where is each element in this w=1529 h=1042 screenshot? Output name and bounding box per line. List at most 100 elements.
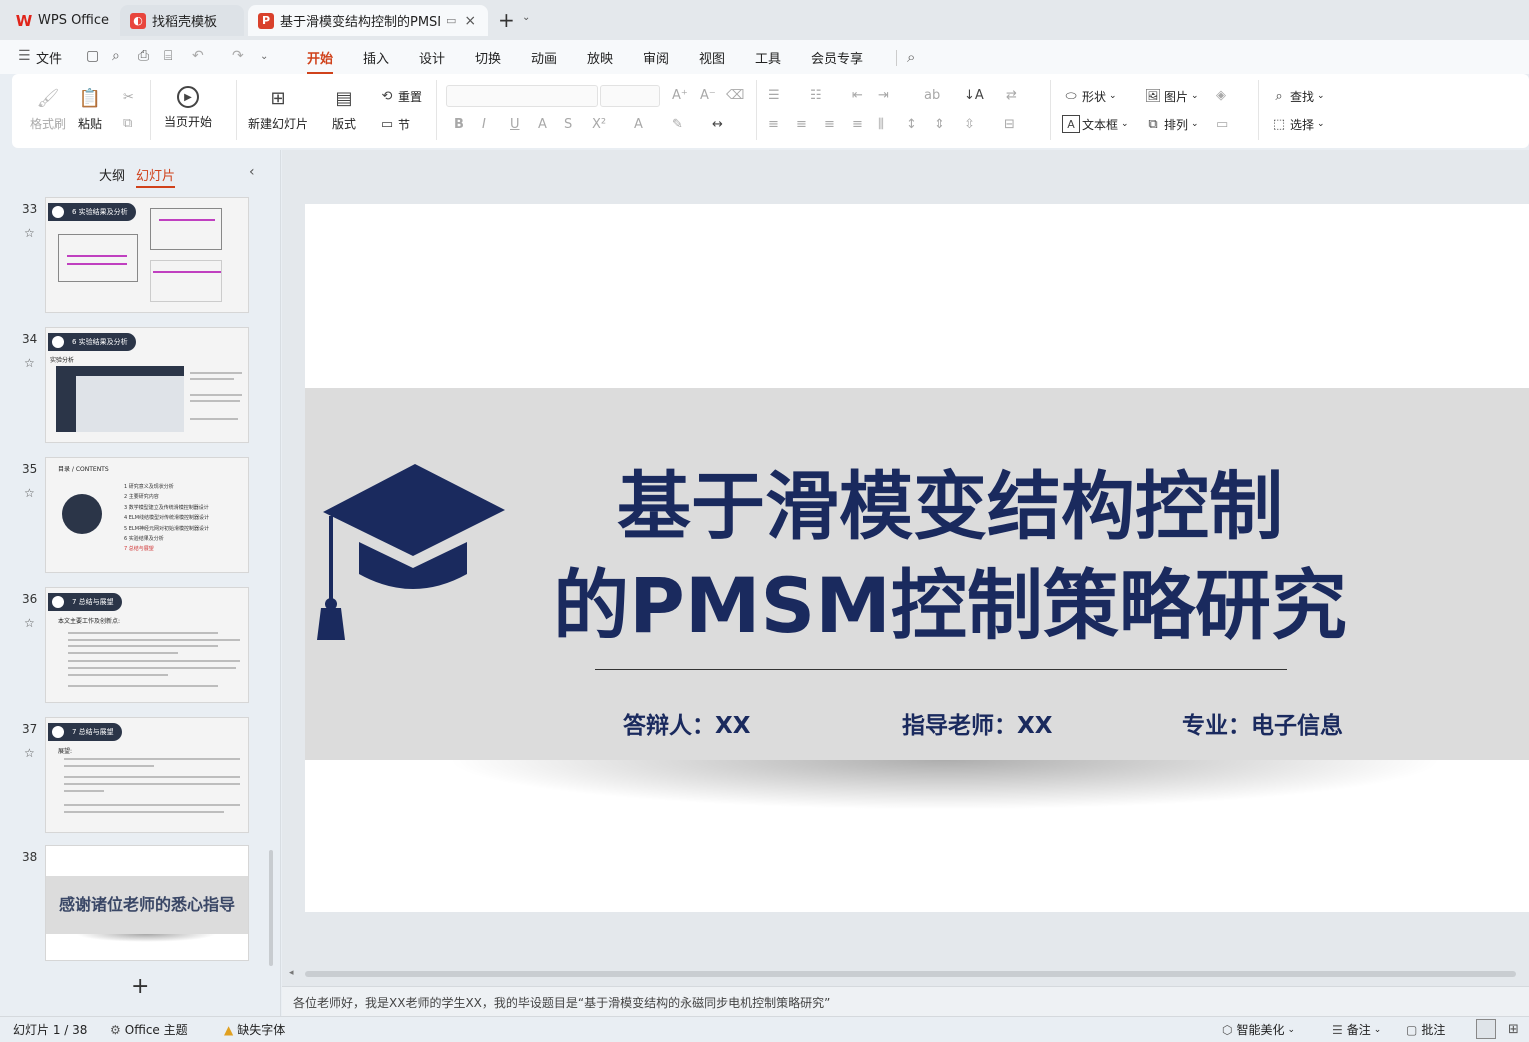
select-button[interactable]: ⬚ 选择 ⌄ <box>1270 115 1325 133</box>
slide-thumbnail-36[interactable]: 7 总结与展望 本文主要工作及创新点: <box>46 588 248 702</box>
smart-beautify-button[interactable]: ⬡ 智能美化 ⌄ <box>1222 1021 1295 1038</box>
textbox-button[interactable]: A 文本框 ⌄ <box>1062 115 1129 133</box>
picture-button[interactable]: 🖼 图片 ⌄ <box>1144 87 1199 105</box>
italic-icon[interactable]: I <box>482 117 486 132</box>
char-spacing-icon[interactable]: ↔ <box>712 117 723 132</box>
clear-format-icon[interactable]: ⌫ <box>726 88 744 103</box>
copy-icon[interactable]: ⧉ <box>123 116 132 131</box>
slide-thumbnail-38[interactable]: 感谢诸位老师的悉心指导 <box>46 846 248 960</box>
arrange-button[interactable]: ⧉ 排列 ⌄ <box>1144 115 1198 133</box>
align-right-icon[interactable]: ≡ <box>824 117 835 132</box>
advisor-text[interactable]: 指导老师：XX <box>902 706 1052 740</box>
slide-thumbnail-37[interactable]: 7 总结与展望 展望: <box>46 718 248 832</box>
star-icon[interactable]: ☆ <box>24 616 35 630</box>
menu-home[interactable]: 开始 <box>307 48 334 74</box>
justify-icon[interactable]: ≡ <box>852 117 863 132</box>
numbering-icon[interactable]: ☷ <box>810 88 822 103</box>
highlight-icon[interactable]: ✎ <box>672 117 683 132</box>
superscript-icon[interactable]: X² <box>592 117 606 132</box>
grid-view-icon[interactable]: ⊞ <box>1508 1022 1519 1037</box>
redo-icon[interactable]: ↷ <box>232 48 244 64</box>
tab-outline[interactable]: 大纲 <box>99 165 125 184</box>
menu-design[interactable]: 设计 <box>419 48 445 67</box>
paste-button[interactable]: 📋 粘贴 <box>78 86 102 132</box>
scroll-left-icon[interactable]: ◂ <box>289 968 294 978</box>
tab-docer[interactable]: ◐ 找稻壳模板 <box>120 5 244 36</box>
defender-text[interactable]: 答辩人：XX <box>623 706 750 740</box>
format-painter-button[interactable]: 🖌 格式刷 <box>30 86 66 132</box>
shape-button[interactable]: ⬭ 形状 ⌄ <box>1062 87 1116 105</box>
window-icon[interactable]: ▭ <box>446 14 456 27</box>
menu-animation[interactable]: 动画 <box>531 48 557 67</box>
add-slide-icon[interactable]: + <box>131 974 149 999</box>
tab-slides[interactable]: 幻灯片 <box>136 165 176 188</box>
font-color-icon[interactable]: A <box>634 117 643 132</box>
bold-icon[interactable]: B <box>454 117 464 132</box>
major-text[interactable]: 专业：电子信息 <box>1182 706 1343 740</box>
file-menu[interactable]: 文件 <box>36 48 62 67</box>
collapse-panel-icon[interactable]: ‹ <box>249 164 255 180</box>
slide-title-line2[interactable]: 的PMSM控制策略研究 <box>525 568 1375 644</box>
sort-icon[interactable]: ↓A <box>964 88 984 103</box>
find-button[interactable]: ⌕ 查找 ⌄ <box>1270 87 1324 105</box>
star-icon[interactable]: ☆ <box>24 226 35 240</box>
tab-document[interactable]: P 基于滑模变结构控制的PMSM ▭ × <box>248 5 488 36</box>
print-preview-icon[interactable]: ⌸ <box>164 48 172 64</box>
align-left-icon[interactable]: ≡ <box>768 117 779 132</box>
underline-icon[interactable]: U <box>510 117 520 132</box>
font-size-select[interactable] <box>600 85 660 107</box>
star-icon[interactable]: ☆ <box>24 356 35 370</box>
undo-icon[interactable]: ↶ <box>192 48 204 64</box>
columns-icon[interactable]: ⊟ <box>1004 117 1015 132</box>
font-family-select[interactable] <box>446 85 598 107</box>
increase-font-icon[interactable]: A⁺ <box>672 88 688 103</box>
menu-insert[interactable]: 插入 <box>363 48 389 67</box>
horizontal-scrollbar[interactable] <box>305 971 1516 977</box>
new-doc-icon[interactable]: ▢ <box>86 48 99 64</box>
align-center-icon[interactable]: ≡ <box>796 117 807 132</box>
text-direction-icon[interactable]: ab <box>924 88 940 103</box>
distribute-icon[interactable]: ⫼ <box>878 117 884 132</box>
panel-scrollbar[interactable] <box>269 850 273 966</box>
missing-fonts-button[interactable]: ▲ 缺失字体 <box>224 1021 285 1038</box>
star-icon[interactable]: ☆ <box>24 746 35 760</box>
section-button[interactable]: ▭ 节 <box>378 115 410 133</box>
new-slide-button[interactable]: ⊞ 新建幻灯片 <box>248 86 308 132</box>
decrease-indent-icon[interactable]: ⇤ <box>852 88 863 103</box>
cut-icon[interactable]: ✂ <box>123 90 134 105</box>
decrease-font-icon[interactable]: A⁻ <box>700 88 716 103</box>
para-spacing-icon[interactable]: ⇕ <box>934 117 945 132</box>
slide-thumbnail-35[interactable]: 目录 / CONTENTS 1 研究意义及现状分析 2 主要研究内容 3 数学模… <box>46 458 248 572</box>
menu-slideshow[interactable]: 放映 <box>587 48 613 67</box>
new-tab-icon[interactable]: + <box>498 8 515 32</box>
shadow-s-icon[interactable]: S <box>564 117 572 132</box>
normal-view-icon[interactable] <box>1476 1019 1496 1039</box>
reset-button[interactable]: ⟲ 重置 <box>378 87 422 105</box>
search-icon[interactable]: ⌕ <box>907 48 915 66</box>
theme-button[interactable]: ⚙ Office 主题 <box>110 1021 188 1038</box>
strikethrough-icon[interactable]: A <box>538 117 547 132</box>
menu-review[interactable]: 审阅 <box>643 48 669 67</box>
fill-icon[interactable]: ◈ <box>1216 88 1226 103</box>
tab-wps-office[interactable]: W WPS Office <box>6 5 116 36</box>
slide-thumbnail-34[interactable]: 6 实验结果及分析 实验分析 <box>46 328 248 442</box>
star-icon[interactable]: ☆ <box>24 486 35 500</box>
comments-button[interactable]: ▢ 批注 <box>1406 1021 1445 1038</box>
open-icon[interactable]: ⌕ <box>112 48 120 64</box>
menu-member[interactable]: 会员专享 <box>811 48 863 67</box>
layout-button[interactable]: ▤ 版式 <box>332 86 356 132</box>
print-icon[interactable]: ⎙ <box>138 48 149 64</box>
menu-tools[interactable]: 工具 <box>755 48 781 67</box>
menu-view[interactable]: 视图 <box>699 48 725 67</box>
close-icon[interactable]: × <box>464 13 476 29</box>
slide-title-line1[interactable]: 基于滑模变结构控制 <box>525 470 1375 544</box>
chevron-down-icon[interactable]: ⌄ <box>260 51 268 62</box>
outline-icon[interactable]: ▭ <box>1216 117 1228 132</box>
play-from-current-button[interactable]: ▶ 当页开始 <box>164 86 212 130</box>
hamburger-icon[interactable]: ☰ <box>18 48 31 64</box>
bullets-icon[interactable]: ☰ <box>768 88 780 103</box>
slide-thumbnail-33[interactable]: 6 实验结果及分析 <box>46 198 248 312</box>
convert-icon[interactable]: ⇄ <box>1006 88 1017 103</box>
vertical-align-icon[interactable]: ⇳ <box>964 117 975 132</box>
increase-indent-icon[interactable]: ⇥ <box>878 88 889 103</box>
